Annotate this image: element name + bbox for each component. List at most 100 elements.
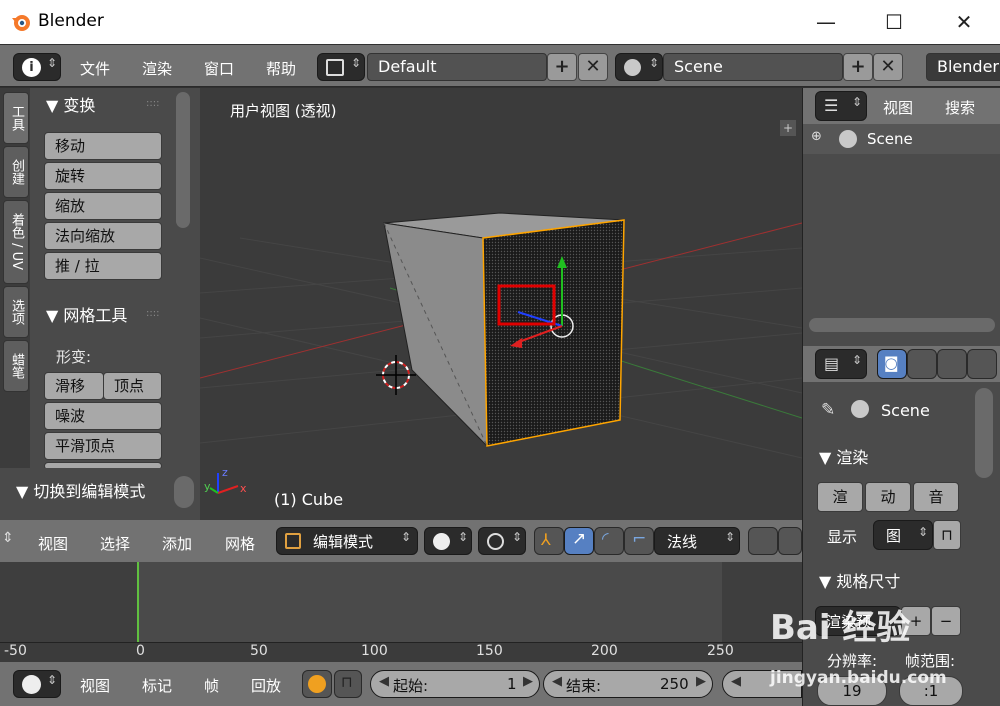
menu-file[interactable]: 文件 [80,58,110,79]
maximize-button[interactable]: ☐ [874,8,914,36]
remove-layout-button[interactable]: ✕ [578,53,608,81]
tab-tools[interactable]: 工具 [3,92,29,144]
expand-properties-icon[interactable]: + [780,120,796,136]
updown-arrow-icon: ⇕ [512,530,523,544]
move-button[interactable]: 移动 [44,132,162,160]
pin-icon[interactable]: ✎ [821,400,835,420]
tab-shading-uv[interactable]: 着色 / UV [3,200,29,284]
panel-grip[interactable]: :::: [146,308,159,319]
add-scene-button[interactable]: + [843,53,873,81]
manipulator-toggle[interactable]: ⅄ [534,527,564,555]
lock-range-toggle[interactable]: ⊓ [334,670,362,698]
smooth-vertex-button[interactable]: 平滑顶点 [44,432,162,460]
render-image-button[interactable]: 渲 [817,482,863,512]
tool-shelf-scrollbar[interactable] [176,92,190,228]
shading-selector[interactable]: ⇕ [424,527,472,555]
last-operator-header[interactable]: ▼ 切换到编辑模式 [16,478,145,502]
menu-view[interactable]: 视图 [80,675,110,696]
mode-selector[interactable]: 编辑模式 ⇕ [276,527,418,555]
menu-render[interactable]: 渲染 [142,58,172,79]
orientation-selector[interactable]: 法线 ⇕ [654,527,740,555]
start-frame-field[interactable]: ◀ 起始: 1 ▶ [370,670,540,698]
panel-transform-header[interactable]: ▼ 变换 [46,92,95,116]
vertex-slide-button[interactable]: 顶点 [103,372,162,400]
end-frame-field[interactable]: ◀ 结束: 250 ▶ [543,670,713,698]
panel-grip[interactable]: :::: [146,98,159,109]
lock-interface-button[interactable]: ⊓ [933,520,961,550]
menu-playback[interactable]: 回放 [251,675,281,696]
rotate-toggle[interactable]: ◜ [594,527,624,555]
operator-scrollbar[interactable] [174,476,194,508]
3d-viewport[interactable]: z x y 用户视图 (透视) (1) Cube + [200,88,802,520]
outliner-editor-type[interactable]: ☰ ⇕ [815,91,867,121]
lock-icon: ⊓ [941,526,953,544]
scale-button[interactable]: 缩放 [44,192,162,220]
editor-type-arrow-icon[interactable]: ⇕ [2,530,14,546]
solid-shading-icon [433,533,450,550]
current-frame-line[interactable] [137,562,139,642]
tab-options[interactable]: 选项 [3,286,29,338]
translate-toggle[interactable]: ↗ [564,527,594,555]
outliner-item-label: Scene [867,130,913,148]
outliner-row-scene[interactable]: ⊕ Scene [803,124,1000,154]
menu-frame[interactable]: 帧 [204,675,219,696]
remove-scene-button[interactable]: ✕ [873,53,903,81]
layers-context-tab[interactable] [907,349,937,379]
context-label: Scene [881,401,930,420]
panel-mesh-tools-header[interactable]: ▼ 网格工具 [46,302,127,326]
menu-window[interactable]: 窗口 [204,58,234,79]
scene-selector[interactable]: ⇕ [615,53,663,81]
frame-ruler[interactable]: -50 0 50 100 150 200 250 [0,642,802,662]
start-value: 1 [507,675,517,693]
editor-type-button[interactable]: i ⇕ [13,53,61,81]
expand-icon[interactable]: ⊕ [811,129,822,144]
menu-mesh[interactable]: 网格 [225,533,255,554]
end-label: 结束: [566,677,602,695]
scene-name[interactable]: Scene [663,53,843,81]
menu-add[interactable]: 添加 [162,533,192,554]
preview-range-toggle[interactable] [302,670,332,698]
render-audio-button[interactable]: 音 [913,482,959,512]
properties-scrollbar[interactable] [975,388,993,478]
timeline-editor-type[interactable]: ⇕ [13,670,61,698]
noise-button[interactable]: 噪波 [44,402,162,430]
tab-create[interactable]: 创建 [3,146,29,198]
menu-marker[interactable]: 标记 [142,675,172,696]
minimize-button[interactable]: — [806,8,846,36]
render-context-tab[interactable]: ◙ [877,349,907,379]
menu-select[interactable]: 选择 [100,533,130,554]
scene-context-tab[interactable] [937,349,967,379]
rotate-button[interactable]: 旋转 [44,162,162,190]
render-engine-selector[interactable]: Blender [926,53,1000,81]
render-animation-button[interactable]: 动 [865,482,911,512]
properties-editor-type[interactable]: ▤ ⇕ [815,349,867,379]
slide-button[interactable]: 滑移 [44,372,104,400]
edge-select-toggle[interactable] [778,527,802,555]
menu-view[interactable]: 视图 [883,97,913,118]
world-context-tab[interactable] [967,349,997,379]
shrink-fatten-button[interactable]: 法向缩放 [44,222,162,250]
window-title: Blender [38,11,104,31]
display-selector[interactable]: 图 ⇕ [873,520,933,550]
scale-toggle[interactable]: ⌐ [624,527,654,555]
tab-grease-pencil[interactable]: 蜡笔 [3,340,29,392]
edit-mode-icon [285,533,301,549]
outliner-scrollbar[interactable] [809,318,995,332]
updown-arrow-icon: ⇕ [401,530,412,544]
remove-preset-button[interactable]: − [931,606,961,636]
menu-view[interactable]: 视图 [38,533,68,554]
add-layout-button[interactable]: + [547,53,577,81]
screen-layout-name[interactable]: Default [367,53,547,81]
pivot-selector[interactable]: ⇕ [478,527,526,555]
menu-search[interactable]: 搜索 [945,97,975,118]
info-icon: i [22,58,41,77]
timeline-area[interactable] [0,562,802,642]
close-button[interactable]: ✕ [944,8,984,36]
active-object-label: (1) Cube [274,490,344,509]
screen-layout-selector[interactable]: ⇕ [317,53,365,81]
menu-help[interactable]: 帮助 [266,58,296,79]
panel-dimensions-header[interactable]: ▼ 规格尺寸 [819,568,900,592]
panel-render-header[interactable]: ▼ 渲染 [819,444,868,468]
vertex-select-toggle[interactable] [748,527,778,555]
push-pull-button[interactable]: 推 / 拉 [44,252,162,280]
